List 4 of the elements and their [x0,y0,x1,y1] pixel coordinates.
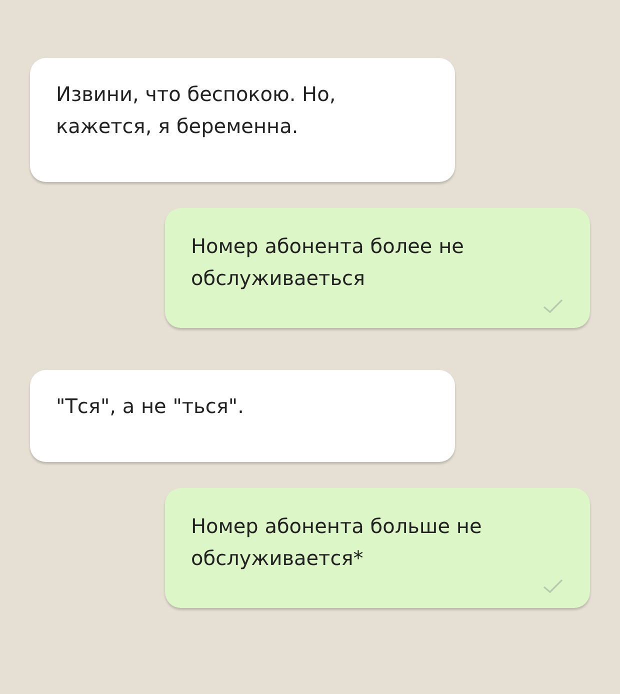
message-text: Номер абонента более не обслуживаеться [191,233,465,292]
message-text: "Тся", а не "ться". [56,393,245,420]
message-text: Извини, что беспокою. Но, кажется, я беременна. [56,81,337,140]
message-text: Номер абонента больше не обслуживается* [191,513,483,572]
